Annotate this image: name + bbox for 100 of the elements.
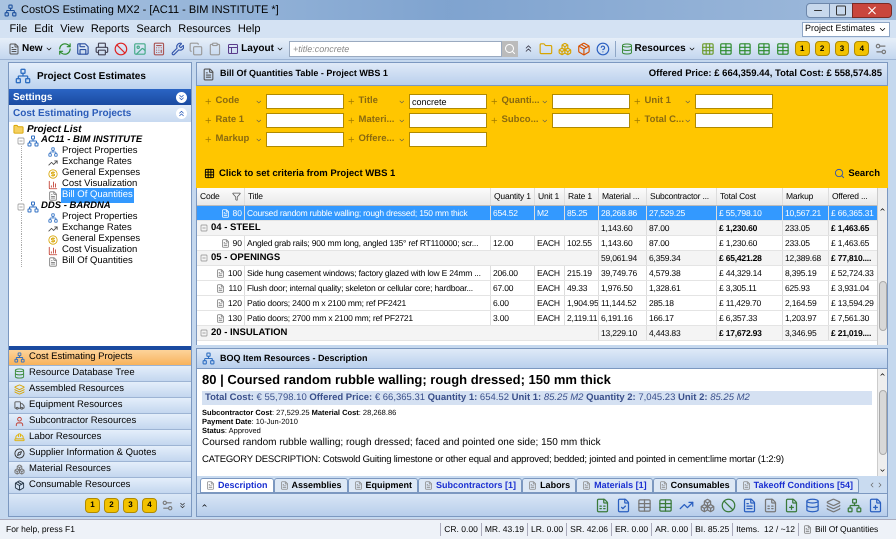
- menu-item[interactable]: Help: [234, 20, 264, 38]
- tab[interactable]: Materials [1]: [576, 478, 653, 493]
- filter-field[interactable]: [695, 94, 773, 109]
- printer-icon[interactable]: [95, 42, 110, 56]
- tab[interactable]: Description: [200, 478, 274, 493]
- collapse-icon[interactable]: [200, 254, 208, 262]
- layers-icon[interactable]: [826, 498, 841, 512]
- search-icon[interactable]: [502, 40, 518, 56]
- plus-icon[interactable]: [347, 97, 356, 106]
- image-icon[interactable]: [132, 42, 147, 56]
- menu-item[interactable]: Edit: [30, 20, 57, 38]
- table-icon[interactable]: [658, 498, 673, 512]
- nav-item[interactable]: Subcontractor Resources: [9, 414, 191, 430]
- collapse-icon[interactable]: [17, 136, 25, 144]
- table-icon[interactable]: [738, 42, 752, 56]
- scroll-up-icon[interactable]: [879, 371, 886, 378]
- level-button[interactable]: 1: [794, 41, 810, 56]
- filter-field[interactable]: concrete: [409, 94, 487, 109]
- filter-field[interactable]: [409, 113, 487, 128]
- column-header[interactable]: Rate 1: [568, 190, 592, 203]
- plus-icon[interactable]: [633, 116, 642, 125]
- more-icon[interactable]: [178, 500, 187, 510]
- boxes-icon[interactable]: [700, 498, 715, 512]
- stop-icon[interactable]: [114, 42, 128, 56]
- database-icon[interactable]: [805, 498, 820, 512]
- column-header[interactable]: Markup: [786, 190, 814, 203]
- table-icon[interactable]: [776, 42, 790, 56]
- stop-icon[interactable]: [721, 498, 736, 512]
- spreadsheet-icon[interactable]: [763, 498, 778, 512]
- nav-item[interactable]: Labor Resources: [9, 430, 191, 446]
- column-header[interactable]: Code: [200, 190, 220, 203]
- column-header[interactable]: Offered ...: [832, 190, 868, 203]
- collapse-icon[interactable]: [176, 108, 187, 119]
- column-header[interactable]: Material ...: [602, 190, 640, 203]
- menu-item[interactable]: View: [56, 20, 88, 38]
- plus-icon[interactable]: [490, 116, 499, 125]
- refresh-icon[interactable]: [58, 42, 72, 56]
- table-icon[interactable]: [757, 42, 772, 56]
- criteria-link[interactable]: Click to set criteria from Project WBS 1: [219, 166, 396, 181]
- settings-icon[interactable]: [874, 42, 888, 56]
- close-icon[interactable]: [852, 2, 892, 18]
- table-row[interactable]: 90 Angled grab rails; 900 mm long, angled 135° ref RT110000; scr... 12.00 EACH 102.55 1,143.60 87.00 £ 1,230.60 233.05 £ 1,463.65: [197, 236, 877, 251]
- tab[interactable]: Labors: [522, 478, 576, 493]
- tab[interactable]: Assemblies: [274, 478, 348, 493]
- menu-item[interactable]: File: [6, 20, 31, 38]
- grid-icon[interactable]: [700, 42, 714, 56]
- filter-field[interactable]: [695, 113, 773, 128]
- table-row[interactable]: 100 Side hung casement windows; factory glazed with low E 24mm ... 206.00 EACH 215.19 39,749.76 4,579.38 £ 44,329.14 8,395.19 £ 52,724.33: [197, 266, 877, 281]
- level-button[interactable]: 1: [85, 498, 100, 512]
- column-header[interactable]: Subcontractor ...: [650, 190, 709, 203]
- boxes-icon[interactable]: [558, 42, 572, 56]
- level-button[interactable]: 3: [123, 498, 138, 512]
- filter-field[interactable]: [552, 94, 630, 109]
- scrollbar-thumb[interactable]: [878, 390, 886, 455]
- filter-field[interactable]: [552, 113, 630, 128]
- nav-item[interactable]: Equipment Resources: [9, 398, 191, 414]
- filter-field[interactable]: [266, 113, 344, 128]
- scroll-down-icon[interactable]: [879, 467, 886, 474]
- copy-icon[interactable]: [189, 42, 204, 56]
- table-row[interactable]: 120 Patio doors; 2400 m x 2100 mm; ref PF2421 6.00 EACH 1,904.95 11,144.52 285.18 £ 11,429.70 2,164.59 £ 13,594.29: [197, 296, 877, 311]
- tab[interactable]: Subcontractors [1]: [418, 478, 522, 493]
- filter-field[interactable]: [409, 132, 487, 147]
- plus-icon[interactable]: [204, 135, 213, 144]
- new-button[interactable]: New: [8, 41, 53, 56]
- column-header[interactable]: Total Cost: [720, 190, 756, 203]
- tree-item[interactable]: Bill Of Quantities: [61, 254, 134, 269]
- plus-icon[interactable]: [347, 135, 356, 144]
- package-icon[interactable]: [576, 42, 591, 56]
- plus-icon[interactable]: [490, 97, 499, 106]
- nav-item[interactable]: Cost Estimating Projects: [9, 350, 191, 366]
- scrollbar-thumb[interactable]: [878, 281, 886, 331]
- table-icon[interactable]: [719, 42, 734, 56]
- plus-icon[interactable]: [204, 116, 213, 125]
- document-icon[interactable]: [742, 498, 757, 512]
- column-header[interactable]: Title: [248, 190, 263, 203]
- nav-item[interactable]: Resource Database Tree: [9, 366, 191, 382]
- save-icon[interactable]: [76, 42, 90, 56]
- collapse-icon[interactable]: [17, 202, 25, 210]
- plus-icon[interactable]: [204, 97, 213, 106]
- plus-icon[interactable]: [633, 97, 642, 106]
- nav-item[interactable]: Supplier Information & Quotes: [9, 446, 191, 462]
- minimize-icon[interactable]: [806, 2, 830, 18]
- menu-item[interactable]: Reports: [87, 20, 133, 38]
- search-button[interactable]: Search: [834, 166, 880, 181]
- group-row[interactable]: 20 - INSULATION 13,229.10 4,443.83 £ 17,672.93 3,346.95 £ 21,019....: [197, 326, 877, 341]
- nav-item[interactable]: Assembled Resources: [9, 382, 191, 398]
- caret-icon[interactable]: [201, 502, 208, 508]
- file-plus-icon[interactable]: [784, 498, 799, 512]
- table-row[interactable]: 110 Flush door; internal quality; skeleton or cellular core; hardboar... 67.00 EACH 49.33 1,976.50 1,328.61 £ 3,305.11 625.93 £ 3,931.04: [197, 281, 877, 296]
- scroll-up-icon[interactable]: [879, 206, 886, 213]
- section-header[interactable]: Settings: [9, 89, 191, 105]
- scroll-left-icon[interactable]: [868, 481, 876, 489]
- collapse-icon[interactable]: [200, 224, 208, 232]
- level-button[interactable]: 2: [104, 498, 119, 512]
- table-row[interactable]: 130 Patio doors; 2700 mm x 2100 mm; ref PF2721 3.00 EACH 2,119.11 6,191.16 166.17 £ 6,357.33 1,203.97 £ 7,561.30: [197, 311, 877, 326]
- table-icon[interactable]: [637, 498, 652, 512]
- settings-icon[interactable]: [161, 498, 174, 512]
- collapse-icon[interactable]: [200, 329, 208, 338]
- filter-field[interactable]: [266, 94, 344, 109]
- group-row[interactable]: 05 - OPENINGS 59,061.94 6,359.34 £ 65,421.28 12,389.68 £ 77,810....: [197, 251, 877, 266]
